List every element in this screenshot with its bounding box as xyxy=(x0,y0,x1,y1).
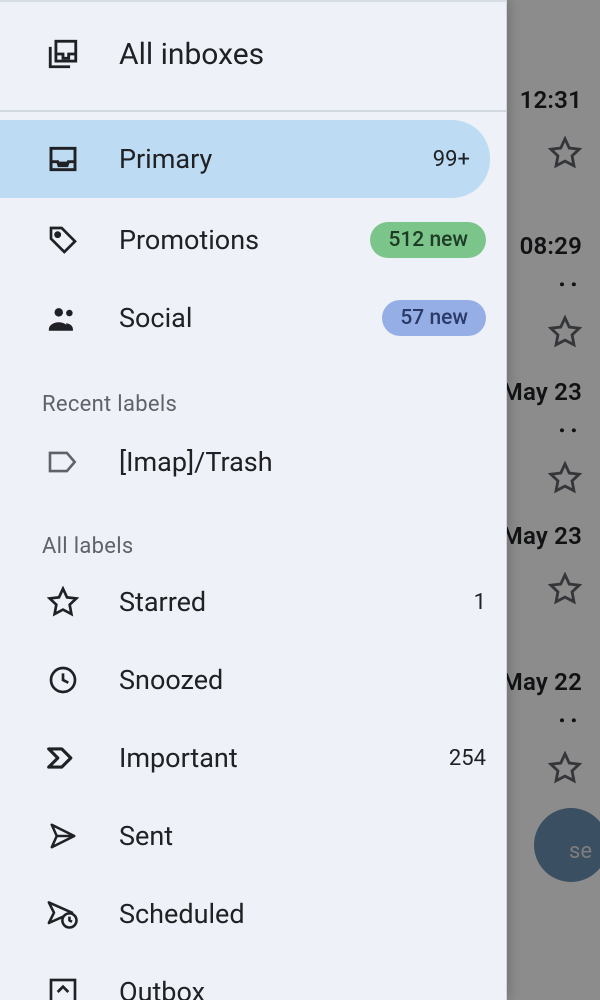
important-icon xyxy=(45,745,81,771)
people-icon xyxy=(45,301,81,335)
section-header-all-labels: All labels xyxy=(0,512,506,569)
sidebar-item-label: Primary xyxy=(119,143,422,175)
sidebar-item-all-inboxes[interactable]: All inboxes xyxy=(0,0,506,108)
unread-count: 99+ xyxy=(422,147,470,172)
navigation-drawer: All inboxes Primary 99+ Promotions 512 n… xyxy=(0,0,507,1000)
label-icon xyxy=(45,449,81,475)
sidebar-item-label: Starred xyxy=(119,586,438,618)
sidebar-item-label: Outbox xyxy=(119,976,486,1000)
sidebar-item-label: Sent xyxy=(119,820,486,852)
sidebar-item-label: Important xyxy=(119,742,438,774)
tag-icon xyxy=(45,224,81,256)
sidebar-item-label: Scheduled xyxy=(119,898,486,930)
sidebar-item-important[interactable]: Important 254 xyxy=(0,720,506,796)
clock-icon xyxy=(45,664,81,696)
star-icon xyxy=(45,586,81,618)
sidebar-item-label: Promotions xyxy=(119,224,370,256)
sidebar-item-snoozed[interactable]: Snoozed xyxy=(0,642,506,718)
sidebar-item-social[interactable]: Social 57 new xyxy=(0,280,506,356)
sidebar-item-label: Social xyxy=(119,302,382,334)
new-badge: 512 new xyxy=(370,222,486,258)
sidebar-item-imap-trash[interactable]: [Imap]/Trash xyxy=(0,424,506,500)
sidebar-item-label: [Imap]/Trash xyxy=(119,446,486,478)
sidebar-item-sent[interactable]: Sent xyxy=(0,798,506,874)
section-header-recent-labels: Recent labels xyxy=(0,370,506,427)
outbox-icon xyxy=(45,976,81,1000)
scheduled-icon xyxy=(45,898,81,930)
count: 1 xyxy=(438,590,486,615)
sidebar-item-scheduled[interactable]: Scheduled xyxy=(0,876,506,952)
sidebar-item-label: All inboxes xyxy=(119,37,486,72)
send-icon xyxy=(45,821,81,851)
sidebar-item-label: Snoozed xyxy=(119,664,486,696)
inbox-icon xyxy=(45,143,81,175)
all-inboxes-icon xyxy=(45,37,81,71)
new-badge: 57 new xyxy=(382,300,486,336)
sidebar-item-primary[interactable]: Primary 99+ xyxy=(0,120,490,198)
sidebar-item-starred[interactable]: Starred 1 xyxy=(0,564,506,640)
sidebar-item-outbox[interactable]: Outbox xyxy=(0,954,506,1000)
count: 254 xyxy=(438,746,486,771)
sidebar-item-promotions[interactable]: Promotions 512 new xyxy=(0,202,506,278)
